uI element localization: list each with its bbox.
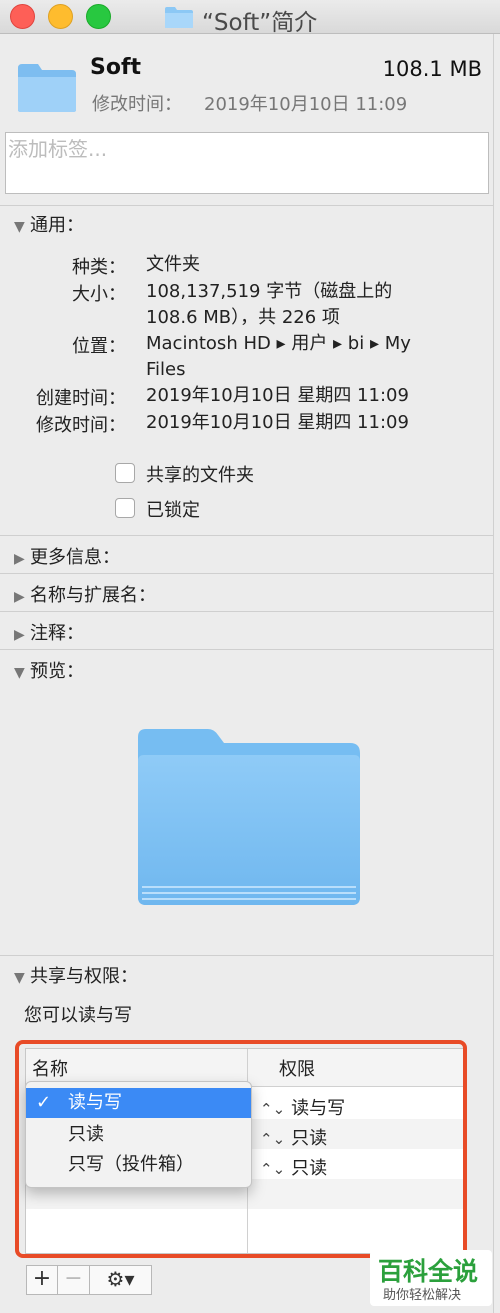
section-name-extension[interactable]: ▶ 名称与扩展名： xyxy=(14,581,156,607)
file-name: Soft xyxy=(90,55,142,80)
scrollbar-track[interactable] xyxy=(493,34,494,1313)
remove-button[interactable]: − xyxy=(58,1265,90,1295)
section-comments[interactable]: ▶ 注释： xyxy=(14,619,84,645)
action-gear-button[interactable]: ⚙▾ xyxy=(90,1265,152,1295)
disclosure-open-icon: ▼ xyxy=(14,970,25,986)
divider xyxy=(0,611,493,612)
modified-value: 2019年10月10日 11:09 xyxy=(204,94,408,115)
highlight-frame xyxy=(15,1040,467,1258)
permissions-toolbar: + − ⚙▾ xyxy=(26,1265,152,1295)
tags-field-container xyxy=(5,132,489,194)
divider xyxy=(0,535,493,536)
watermark-subtitle: 助你轻松解决 xyxy=(383,1288,462,1303)
section-preview[interactable]: ▼ 预览： xyxy=(14,657,84,683)
section-title: 共享与权限： xyxy=(30,966,138,987)
size-value: 108,137,519 字节（磁盘上的 108.6 MB），共 226 项 xyxy=(146,281,393,328)
window-title: “Soft”简介 xyxy=(202,10,318,36)
modified-value: 2019年10月10日 星期四 11:09 xyxy=(146,412,409,433)
divider xyxy=(0,205,493,206)
shared-folder-label: 共享的文件夹 xyxy=(146,465,254,486)
disclosure-closed-icon: ▶ xyxy=(14,627,25,643)
section-general[interactable]: ▼ 通用： xyxy=(14,211,84,237)
section-sharing[interactable]: ▼ 共享与权限： xyxy=(14,962,138,988)
watermark-title: 百科全说 xyxy=(378,1257,479,1286)
shared-folder-checkbox[interactable] xyxy=(115,463,135,483)
created-value: 2019年10月10日 星期四 11:09 xyxy=(146,385,409,406)
zoom-button[interactable] xyxy=(86,4,111,29)
section-title: 名称与扩展名： xyxy=(30,585,156,606)
section-title: 更多信息： xyxy=(30,547,120,568)
divider xyxy=(0,649,493,650)
where-label: 位置： xyxy=(72,336,126,357)
where-value: Macintosh HD ▸ 用户 ▸ bi ▸ My Files xyxy=(146,333,411,380)
add-button[interactable]: + xyxy=(26,1265,58,1295)
locked-checkbox[interactable] xyxy=(115,498,135,518)
disclosure-open-icon: ▼ xyxy=(14,219,25,235)
file-size: 108.1 MB xyxy=(382,57,482,81)
disclosure-open-icon: ▼ xyxy=(14,665,25,681)
folder-icon xyxy=(18,64,76,112)
title-bar: “Soft”简介 xyxy=(0,0,500,36)
watermark-logo: 百科全说 助你轻松解决 xyxy=(370,1250,492,1306)
modified-label: 修改时间： xyxy=(36,415,126,436)
locked-label: 已锁定 xyxy=(146,500,200,521)
section-more-info[interactable]: ▶ 更多信息： xyxy=(14,543,120,569)
permission-note: 您可以读与写 xyxy=(24,1005,132,1026)
section-title: 注释： xyxy=(30,623,84,644)
modified-label: 修改时间： xyxy=(92,94,182,115)
disclosure-closed-icon: ▶ xyxy=(14,551,25,567)
section-title: 通用： xyxy=(30,215,84,236)
folder-icon xyxy=(165,7,193,28)
header-modified: 修改时间： 2019年10月10日 11:09 xyxy=(92,90,407,116)
size-label: 大小： xyxy=(72,284,126,305)
created-label: 创建时间： xyxy=(36,388,126,409)
tags-input[interactable] xyxy=(6,133,488,165)
disclosure-closed-icon: ▶ xyxy=(14,589,25,605)
folder-preview-icon xyxy=(138,729,360,905)
kind-value: 文件夹 xyxy=(146,254,200,275)
close-button[interactable] xyxy=(10,4,35,29)
divider xyxy=(0,573,493,574)
kind-label: 种类： xyxy=(72,257,126,278)
divider xyxy=(0,955,493,956)
minimize-button[interactable] xyxy=(48,4,73,29)
section-title: 预览： xyxy=(30,661,84,682)
